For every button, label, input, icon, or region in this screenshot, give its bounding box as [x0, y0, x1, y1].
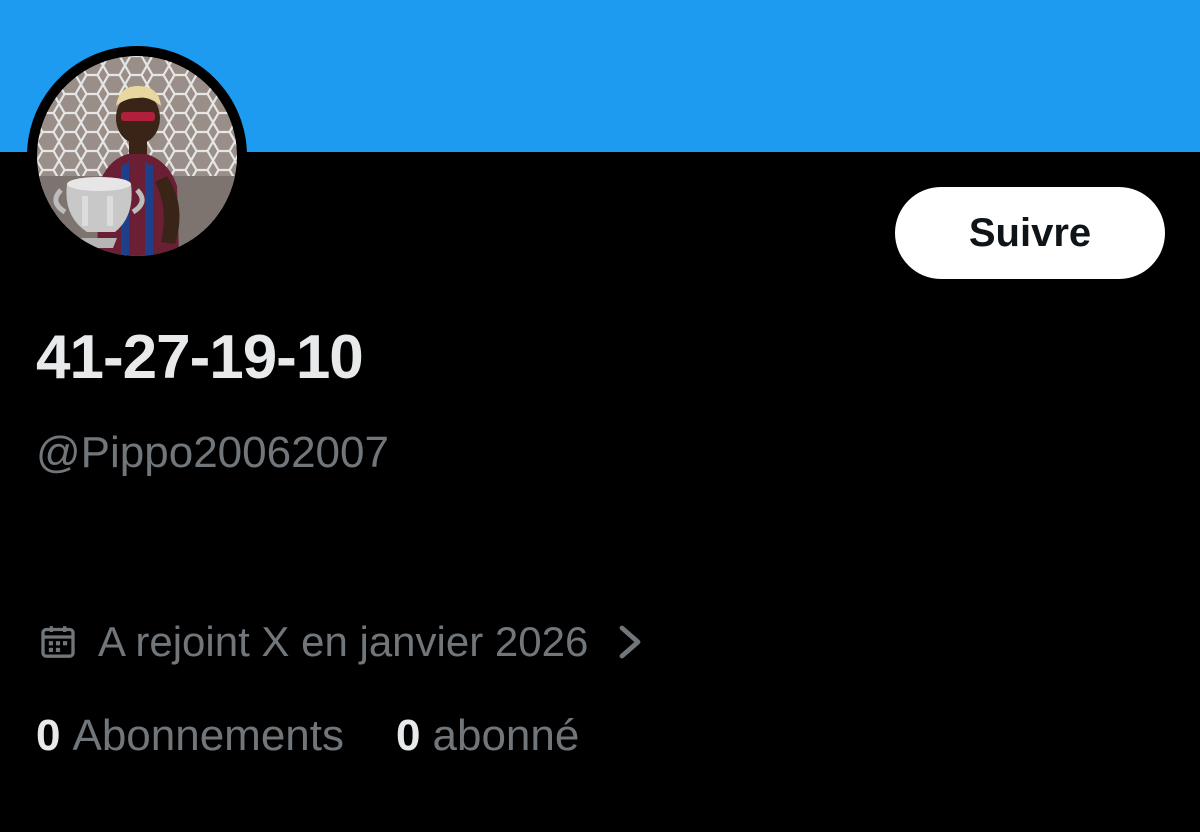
profile-stats: 0 Abonnements 0 abonné — [36, 706, 579, 766]
joined-date-text: A rejoint X en janvier 2026 — [98, 618, 589, 665]
calendar-icon — [41, 626, 75, 658]
followers-count: 0 — [396, 711, 421, 760]
following-label: Abonnements — [72, 711, 345, 760]
avatar-border — [27, 46, 247, 266]
profile-display-name: 41-27-19-10 — [36, 323, 364, 392]
following-count: 0 — [36, 711, 61, 760]
chevron-right-icon — [619, 625, 641, 659]
follow-button[interactable]: Suivre — [895, 187, 1165, 279]
avatar[interactable] — [37, 56, 237, 256]
profile-handle: @Pippo20062007 — [36, 428, 389, 477]
following-link[interactable]: 0 Abonnements — [36, 711, 344, 761]
followers-link[interactable]: 0 abonné — [396, 711, 579, 761]
joined-date-row[interactable]: A rejoint X en janvier 2026 — [38, 612, 644, 672]
followers-label: abonné — [432, 711, 580, 760]
